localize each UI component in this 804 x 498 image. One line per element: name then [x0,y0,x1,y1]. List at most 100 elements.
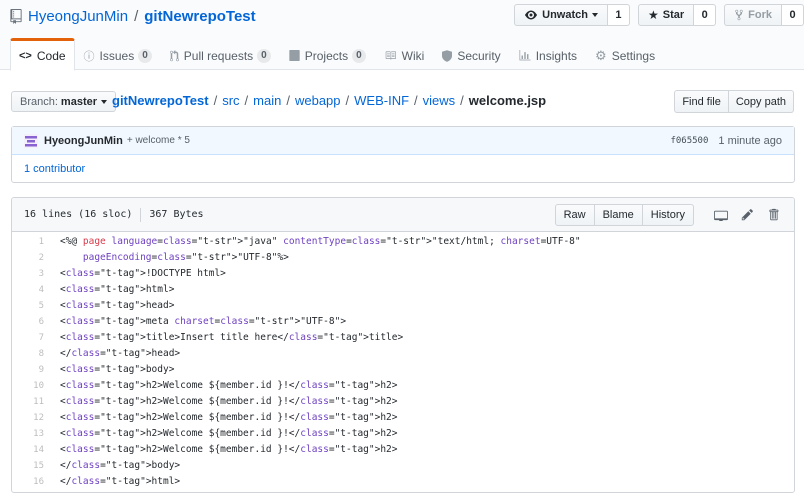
graph-icon [519,50,531,61]
file-viewer: 16 lines (16 sloc) 367 Bytes Raw Blame H… [11,197,795,493]
chevron-down-icon [591,13,598,17]
delete-file-button[interactable] [764,206,782,224]
star-icon: ★ [647,8,659,22]
desktop-icon [714,210,728,221]
watch-count[interactable]: 1 [607,4,630,26]
chevron-down-icon [101,99,107,104]
line-code: <%@ page language=class="t-str">"java" c… [60,236,581,247]
repo-owner-link[interactable]: HyeongJunMin [28,8,128,25]
line-code: <class="t-tag">h2>Welcome ${member.id }!… [60,396,398,407]
tab-projects[interactable]: Projects 0 [280,38,375,71]
tab-issues-label: Issues [99,48,135,63]
breadcrumb-src[interactable]: src [222,93,239,108]
line-number[interactable]: 1 [12,234,56,250]
line-number[interactable]: 14 [12,442,56,458]
line-code: pageEncoding=class="t-str">"UTF-8"%> [82,252,289,263]
pencil-icon [741,209,753,221]
breadcrumb-separator: / [244,93,249,108]
tab-issues[interactable]: ⓘ Issues 0 [75,38,161,71]
issue-icon: ⓘ [83,50,95,63]
code-line: 11 <class="t-tag">h2>Welcome ${member.id … [12,394,794,410]
star-count[interactable]: 0 [694,4,717,26]
line-number[interactable]: 6 [12,314,56,330]
file-header: 16 lines (16 sloc) 367 Bytes Raw Blame H… [12,198,794,232]
tab-code-label: Code [36,48,66,63]
star-group: ★ Star 0 [637,4,717,26]
commit-message-link[interactable]: + welcome * 5 [127,135,190,146]
tab-wiki[interactable]: Wiki [375,38,434,71]
breadcrumb-views[interactable]: views [423,93,456,108]
code-line: 3 <class="t-tag">!DOCTYPE html> [12,266,794,282]
file-nav-buttons: Find file Copy path [674,90,794,113]
repo-name-link[interactable]: gitNewrepoTest [144,8,255,25]
code-line: 16 </class="t-tag">html> [12,474,794,490]
code-line: 4 <class="t-tag">html> [12,282,794,298]
code-line: 15 </class="t-tag">body> [12,458,794,474]
line-number[interactable]: 16 [12,474,56,490]
code-icon: <> [19,49,32,62]
code-line: 10 <class="t-tag">h2>Welcome ${member.id … [12,378,794,394]
line-number[interactable]: 11 [12,394,56,410]
line-number[interactable]: 8 [12,346,56,362]
commit-sha-link[interactable]: f065500 [670,136,708,146]
line-number[interactable]: 10 [12,378,56,394]
line-number[interactable]: 4 [12,282,56,298]
tab-code[interactable]: <> Code [10,38,75,71]
tab-security[interactable]: Security [433,38,509,71]
unwatch-button[interactable]: Unwatch [514,4,608,26]
branch-select-button[interactable]: Branch: master [11,91,116,112]
tab-insights-label: Insights [535,48,578,63]
code-line: 5 <class="t-tag">head> [12,298,794,314]
avatar[interactable] [24,133,38,148]
code-line: 13 <class="t-tag">h2>Welcome ${member.id … [12,426,794,442]
issues-counter: 0 [138,48,152,63]
contributors-link[interactable]: 1 contributor [24,163,85,175]
code-line: 6 <class="t-tag">meta charset=class="t-st… [12,314,794,330]
edit-file-button[interactable] [738,206,756,224]
blame-button[interactable]: Blame [593,203,643,226]
breadcrumb-main[interactable]: main [253,93,281,108]
line-number[interactable]: 12 [12,410,56,426]
line-number[interactable]: 15 [12,458,56,474]
line-number[interactable]: 5 [12,298,56,314]
line-code: <class="t-tag">h2>Welcome ${member.id }!… [60,444,398,455]
tab-pulls-label: Pull requests [183,48,254,63]
star-button[interactable]: ★ Star [637,4,695,26]
line-number[interactable]: 13 [12,426,56,442]
breadcrumb-root[interactable]: gitNewrepoTest [112,93,209,108]
find-file-button[interactable]: Find file [674,90,729,113]
line-code: <class="t-tag">h2>Welcome ${member.id }!… [60,428,398,439]
tab-pull-requests[interactable]: Pull requests 0 [161,38,280,71]
breadcrumb-webapp[interactable]: webapp [295,93,341,108]
open-desktop-button[interactable] [712,206,730,224]
file-size: 367 Bytes [149,209,204,220]
watch-group: Unwatch 1 [514,4,630,26]
copy-path-button[interactable]: Copy path [728,90,794,113]
fork-count[interactable]: 0 [782,4,804,26]
raw-button[interactable]: Raw [554,203,595,226]
breadcrumb-separator: / [345,93,350,108]
line-number[interactable]: 7 [12,330,56,346]
line-code: <class="t-tag">title>Insert title here</… [60,332,404,343]
fork-button[interactable]: Fork [724,4,782,26]
breadcrumb-web-inf[interactable]: WEB-INF [354,93,409,108]
tab-settings[interactable]: ⚙ Settings [586,38,664,71]
line-code: <class="t-tag">body> [60,364,175,375]
line-code: </class="t-tag">body> [60,460,181,471]
commit-meta: f065500 1 minute ago [670,135,782,147]
tab-security-label: Security [457,48,501,63]
history-button[interactable]: History [641,203,694,226]
branch-name: master [60,95,97,108]
projects-counter: 0 [352,48,366,63]
line-number[interactable]: 3 [12,266,56,282]
trash-icon [768,208,778,221]
tab-wiki-label: Wiki [401,48,425,63]
line-code: <class="t-tag">html> [60,284,175,295]
line-code: <class="t-tag">h2>Welcome ${member.id }!… [60,412,398,423]
commit-author-link[interactable]: HyeongJunMin [44,135,123,147]
line-number[interactable]: 2 [12,250,56,266]
repo-nav: <> Code ⓘ Issues 0 Pull requests 0 Proje… [10,38,664,71]
pulls-counter: 0 [257,48,271,63]
tab-insights[interactable]: Insights [510,38,586,71]
line-number[interactable]: 9 [12,362,56,378]
